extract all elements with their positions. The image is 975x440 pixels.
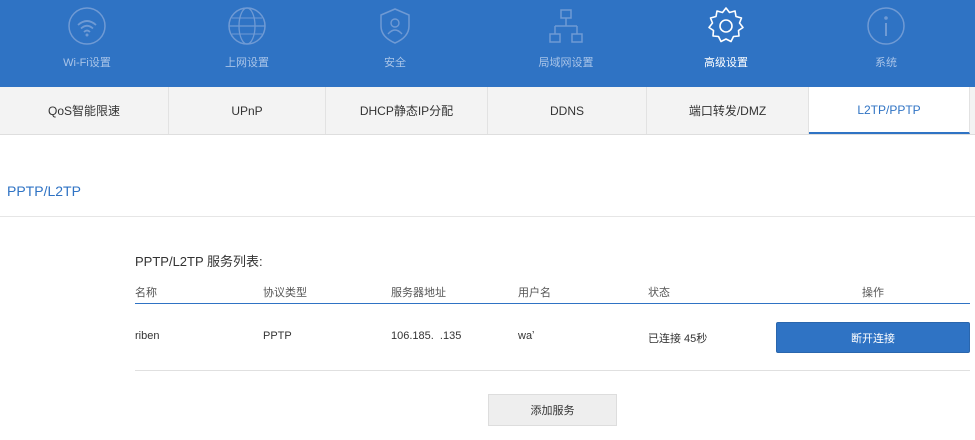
table-header: 名称 协议类型 服务器地址 用户名 状态 操作	[135, 284, 970, 304]
tab-qos[interactable]: QoS智能限速	[0, 87, 169, 134]
service-list-title: PPTP/L2TP 服务列表:	[135, 254, 263, 269]
add-service-button[interactable]: 添加服务	[488, 394, 617, 426]
tab-l2tp-pptp[interactable]: L2TP/PPTP	[809, 87, 970, 134]
nav-system[interactable]: 系统	[846, 0, 926, 87]
column-header-username: 用户名	[518, 287, 551, 299]
nav-label: Wi-Fi设置	[63, 57, 111, 69]
section-title: PPTP/L2TP	[7, 183, 81, 199]
nav-lan-settings[interactable]: 局域网设置	[526, 0, 606, 87]
nav-internet-settings[interactable]: 上网设置	[207, 0, 287, 87]
cell-server-address: 106.185. .135	[391, 330, 462, 342]
tab-dhcp-static-ip[interactable]: DHCP静态IP分配	[326, 87, 488, 134]
section-divider	[0, 216, 975, 217]
cell-name: riben	[135, 330, 160, 342]
network-icon	[546, 6, 586, 46]
sub-navigation: QoS智能限速 UPnP DHCP静态IP分配 DDNS 端口转发/DMZ L2…	[0, 87, 975, 135]
top-navigation: Wi-Fi设置 上网设置 安全 局域网设置 高级设置 系统	[0, 0, 975, 87]
tab-ddns[interactable]: DDNS	[488, 87, 647, 134]
nav-security[interactable]: 安全	[355, 0, 435, 87]
cell-status: 已连接 45秒	[648, 333, 708, 345]
column-header-server: 服务器地址	[391, 287, 446, 299]
gear-icon	[706, 6, 746, 46]
nav-label: 高级设置	[704, 57, 748, 69]
tab-upnp[interactable]: UPnP	[169, 87, 326, 134]
nav-label: 上网设置	[225, 57, 269, 69]
disconnect-button[interactable]: 断开连接	[776, 322, 970, 353]
nav-label: 安全	[384, 57, 406, 69]
column-header-status: 状态	[648, 287, 670, 299]
nav-wifi-settings[interactable]: Wi-Fi设置	[47, 0, 127, 87]
column-header-action: 操作	[862, 287, 884, 299]
wifi-icon	[67, 6, 107, 46]
column-header-protocol: 协议类型	[263, 287, 307, 299]
globe-icon	[227, 6, 267, 46]
column-header-name: 名称	[135, 287, 157, 299]
tab-port-forwarding-dmz[interactable]: 端口转发/DMZ	[647, 87, 809, 134]
cell-protocol: PPTP	[263, 330, 292, 342]
nav-advanced-settings[interactable]: 高级设置	[686, 0, 766, 87]
shield-user-icon	[375, 6, 415, 46]
cell-username: waʼ	[518, 330, 535, 342]
info-icon	[866, 6, 906, 46]
nav-label: 系统	[875, 57, 897, 69]
nav-label: 局域网设置	[538, 57, 594, 69]
